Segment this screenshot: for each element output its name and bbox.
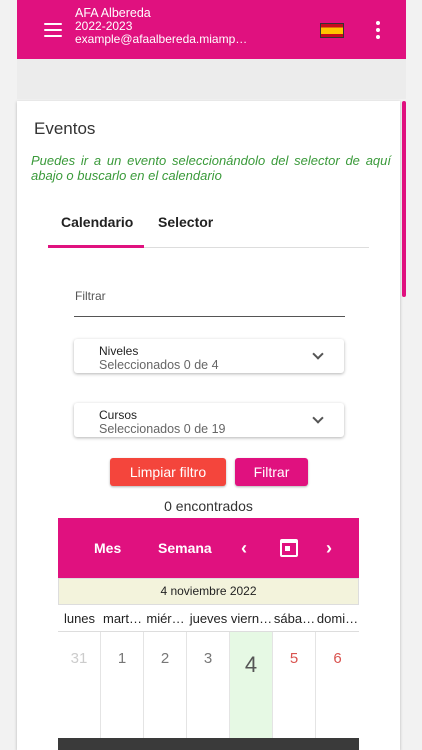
clear-filter-button[interactable]: Limpiar filtro	[110, 458, 226, 486]
results-count: 0 encontrados	[164, 498, 253, 514]
events-card: Eventos Puedes ir a un evento seleccioná…	[17, 101, 400, 750]
apply-filter-button[interactable]: Filtrar	[235, 458, 308, 486]
courses-value: Seleccionados 0 de 19	[99, 422, 226, 436]
weekday-label: miér…	[146, 611, 185, 626]
menu-icon[interactable]	[44, 23, 62, 37]
week-days: 31 1 2 3 4 5 6	[58, 632, 359, 738]
app-bar: AFA Albereda 2022-2023 example@afaalbere…	[17, 0, 406, 59]
calendar-current-date: 4 noviembre 2022	[58, 578, 359, 605]
scrollbar[interactable]	[402, 101, 406, 297]
filter-input[interactable]: Filtrar	[75, 289, 106, 303]
levels-select[interactable]: Niveles Seleccionados 0 de 4	[74, 339, 344, 373]
events-title: Eventos	[34, 119, 96, 138]
app-title: AFA Albereda	[75, 7, 151, 20]
day-cell[interactable]: 6	[316, 632, 359, 738]
calendar-header: Mes Semana ‹ ›	[58, 518, 359, 578]
chevron-down-icon	[312, 348, 324, 360]
weekday-label: viern…	[230, 611, 273, 626]
weekday-label: mart…	[103, 611, 142, 626]
day-cell-today[interactable]: 4	[230, 632, 273, 738]
courses-label: Cursos	[99, 408, 138, 422]
month-view-button[interactable]: Mes	[94, 540, 121, 556]
more-options-icon[interactable]	[376, 21, 380, 42]
active-tab-indicator	[48, 245, 144, 248]
courses-select[interactable]: Cursos Seleccionados 0 de 19	[74, 403, 344, 437]
calendar-today-icon[interactable]	[280, 539, 298, 557]
events-tabs: Calendario Selector	[48, 202, 369, 248]
weekday-header: lunes mart… miér… jueves viern… sába… do…	[58, 605, 359, 632]
spain-flag-icon[interactable]	[320, 23, 344, 38]
events-help-text: Puedes ir a un evento seleccionándolo de…	[31, 153, 391, 183]
levels-label: Niveles	[99, 344, 139, 358]
day-cell[interactable]: 1	[101, 632, 144, 738]
user-email: example@afaalbereda.miamp…	[75, 33, 248, 46]
calendar-footer	[58, 738, 359, 750]
week-view-button[interactable]: Semana	[158, 540, 212, 556]
tab-selector[interactable]: Selector	[158, 214, 213, 230]
day-cell[interactable]: 3	[187, 632, 230, 738]
day-cell[interactable]: 5	[273, 632, 316, 738]
chevron-down-icon	[312, 412, 324, 424]
next-icon[interactable]: ›	[326, 538, 332, 559]
previous-icon[interactable]: ‹	[241, 538, 247, 559]
weekday-label: sába…	[273, 611, 316, 626]
levels-value: Seleccionados 0 de 4	[99, 358, 219, 372]
school-year: 2022-2023	[75, 20, 133, 33]
filter-input-underline	[74, 316, 345, 317]
day-cell[interactable]: 2	[144, 632, 187, 738]
app-title-block: AFA Albereda 2022-2023 example@afaalbere…	[75, 7, 265, 46]
weekday-label: domi…	[316, 611, 359, 626]
tab-calendar[interactable]: Calendario	[61, 214, 133, 230]
weekday-label: jueves	[189, 611, 228, 626]
toolbar-spacer	[17, 59, 406, 99]
day-cell[interactable]: 31	[58, 632, 101, 738]
weekday-label: lunes	[63, 611, 96, 626]
